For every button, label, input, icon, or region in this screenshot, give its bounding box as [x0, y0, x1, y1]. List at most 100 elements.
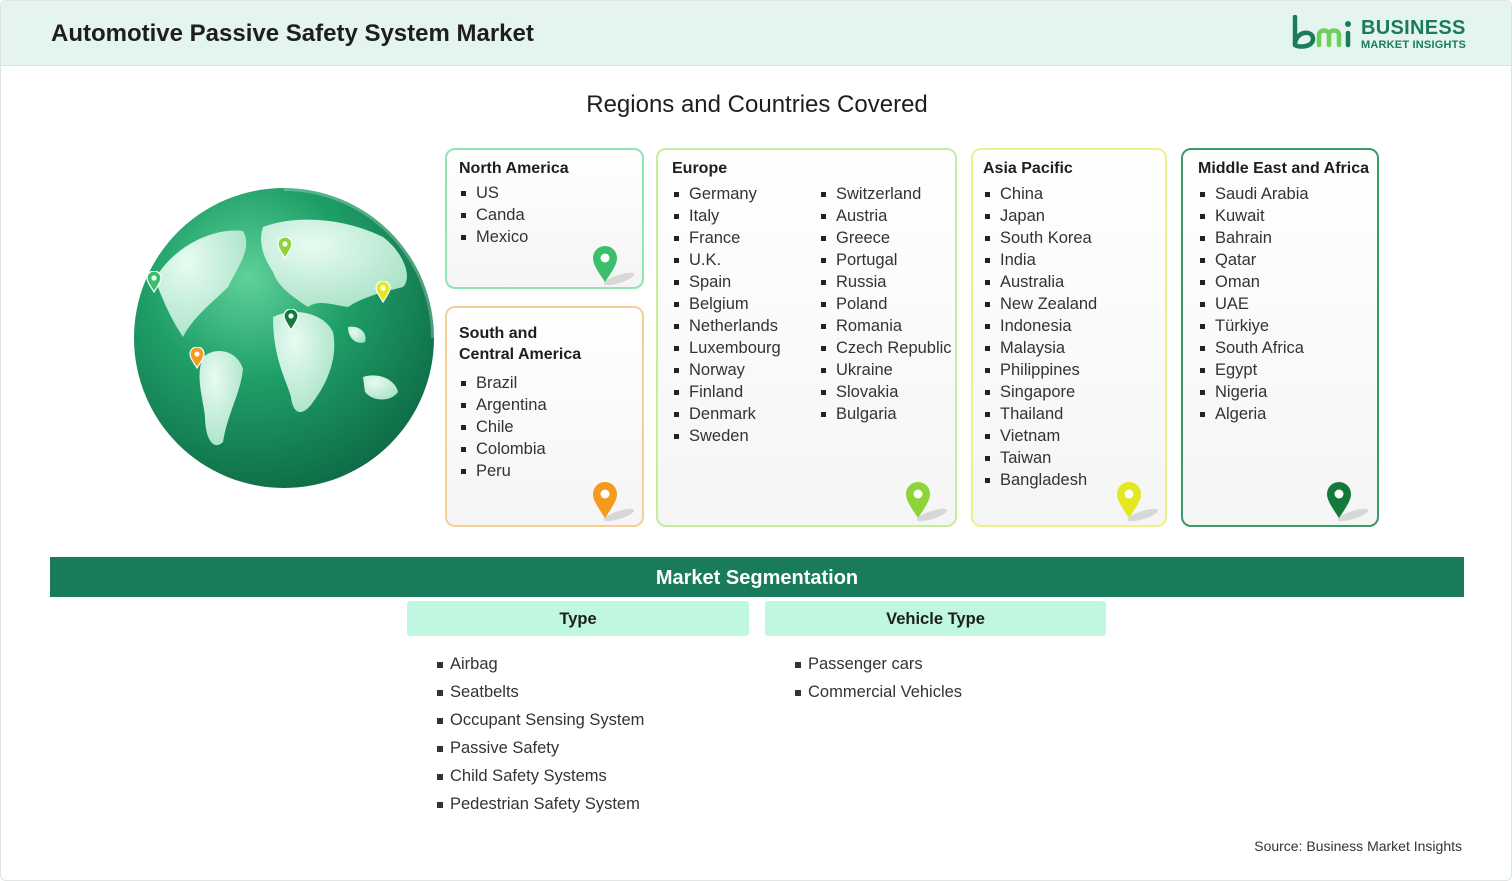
region-card-europe: Europe Germany Italy France U.K. Spain B…: [656, 148, 957, 527]
country-item: Nigeria: [1198, 381, 1309, 403]
segment-item: Pedestrian Safety System: [437, 790, 644, 818]
country-item: South Korea: [983, 227, 1097, 249]
region-card-south-central-america: South and Central America Brazil Argenti…: [445, 306, 644, 527]
region-title-south-america-line1: South and: [459, 325, 538, 342]
country-item: Algeria: [1198, 403, 1309, 425]
country-item: Slovakia: [819, 381, 952, 403]
country-item: Singapore: [983, 381, 1097, 403]
country-list: US Canda Mexico: [459, 182, 528, 248]
segment-item: Passive Safety: [437, 734, 644, 762]
segment-item: Occupant Sensing System: [437, 706, 644, 734]
source-note: Source: Business Market Insights: [1254, 838, 1462, 854]
segment-list-vehicle-type: Passenger cars Commercial Vehicles: [795, 650, 962, 706]
country-item: Australia: [983, 271, 1097, 293]
country-item: Colombia: [459, 438, 547, 460]
country-item: Russia: [819, 271, 952, 293]
segmentation-title-bar: Market Segmentation: [50, 557, 1464, 597]
country-item: Spain: [672, 271, 781, 293]
country-item: Taiwan: [983, 447, 1097, 469]
country-item: India: [983, 249, 1097, 271]
country-item: Malaysia: [983, 337, 1097, 359]
segment-item: Child Safety Systems: [437, 762, 644, 790]
location-pin-icon: [593, 482, 635, 522]
country-item: Greece: [819, 227, 952, 249]
logo-text-market-insights: MARKET INSIGHTS: [1361, 39, 1467, 51]
country-item: Ukraine: [819, 359, 952, 381]
country-item: Egypt: [1198, 359, 1309, 381]
country-item: Oman: [1198, 271, 1309, 293]
country-item: Saudi Arabia: [1198, 183, 1309, 205]
country-item: Czech Republic: [819, 337, 952, 359]
country-item: Netherlands: [672, 315, 781, 337]
country-item: Türkiye: [1198, 315, 1309, 337]
country-item: Bulgaria: [819, 403, 952, 425]
country-item: Thailand: [983, 403, 1097, 425]
country-item: US: [459, 182, 528, 204]
region-title-mea: Middle East and Africa: [1198, 160, 1369, 177]
segment-list-type: Airbag Seatbelts Occupant Sensing System…: [437, 650, 644, 818]
location-pin-icon: [906, 482, 948, 522]
country-list: China Japan South Korea India Australia …: [983, 183, 1097, 491]
country-item: Philippines: [983, 359, 1097, 381]
country-item: Bangladesh: [983, 469, 1097, 491]
country-item: Kuwait: [1198, 205, 1309, 227]
infographic: Automotive Passive Safety System Market …: [0, 0, 1512, 881]
country-item: UAE: [1198, 293, 1309, 315]
map-pin-icon: [189, 347, 205, 369]
country-item: Poland: [819, 293, 952, 315]
country-item: Japan: [983, 205, 1097, 227]
location-pin-icon: [1117, 482, 1159, 522]
country-item: France: [672, 227, 781, 249]
segment-header-vehicle-type: Vehicle Type: [765, 601, 1106, 636]
country-item: Italy: [672, 205, 781, 227]
map-pin-icon: [375, 281, 391, 303]
country-list: Brazil Argentina Chile Colombia Peru: [459, 372, 547, 482]
logo-text-business: BUSINESS: [1361, 17, 1466, 39]
region-title-south-america-line2: Central America: [459, 346, 582, 363]
country-item: Peru: [459, 460, 547, 482]
region-title-asia-pacific: Asia Pacific: [983, 160, 1073, 177]
country-item: Austria: [819, 205, 952, 227]
country-item: Denmark: [672, 403, 781, 425]
country-list: Switzerland Austria Greece Portugal Russ…: [819, 183, 952, 425]
country-item: Norway: [672, 359, 781, 381]
region-title-north-america: North America: [459, 160, 569, 177]
segment-item: Airbag: [437, 650, 644, 678]
country-item: Switzerland: [819, 183, 952, 205]
page-title: Automotive Passive Safety System Market: [51, 20, 534, 47]
segment-item: Passenger cars: [795, 650, 962, 678]
map-pin-icon: [283, 309, 299, 331]
country-item: Canda: [459, 204, 528, 226]
country-item: Luxembourg: [672, 337, 781, 359]
country-item: Brazil: [459, 372, 547, 394]
region-card-middle-east-africa: Middle East and Africa Saudi Arabia Kuwa…: [1181, 148, 1379, 527]
country-item: Indonesia: [983, 315, 1097, 337]
country-item: Bahrain: [1198, 227, 1309, 249]
globe-icon: [133, 185, 437, 489]
location-pin-icon: [593, 246, 635, 286]
country-item: U.K.: [672, 249, 781, 271]
country-item: New Zealand: [983, 293, 1097, 315]
country-item: Argentina: [459, 394, 547, 416]
country-item: Belgium: [672, 293, 781, 315]
country-item: Portugal: [819, 249, 952, 271]
map-pin-icon: [277, 237, 293, 259]
location-pin-icon: [1327, 482, 1369, 522]
country-item: Chile: [459, 416, 547, 438]
country-item: Finland: [672, 381, 781, 403]
country-item: Romania: [819, 315, 952, 337]
segment-item: Seatbelts: [437, 678, 644, 706]
bmi-logo: BUSINESS MARKET INSIGHTS: [1291, 15, 1471, 55]
country-item: Sweden: [672, 425, 781, 447]
region-card-asia-pacific: Asia Pacific China Japan South Korea Ind…: [971, 148, 1167, 527]
country-item: Germany: [672, 183, 781, 205]
country-item: Vietnam: [983, 425, 1097, 447]
country-item: South Africa: [1198, 337, 1309, 359]
country-list: Saudi Arabia Kuwait Bahrain Qatar Oman U…: [1198, 183, 1309, 425]
bmi-logo-mark: [1292, 15, 1351, 49]
segment-header-type: Type: [407, 601, 749, 636]
header-bar: Automotive Passive Safety System Market …: [1, 1, 1511, 66]
map-pin-icon: [146, 271, 162, 293]
country-item: Qatar: [1198, 249, 1309, 271]
regions-title: Regions and Countries Covered: [586, 91, 928, 118]
